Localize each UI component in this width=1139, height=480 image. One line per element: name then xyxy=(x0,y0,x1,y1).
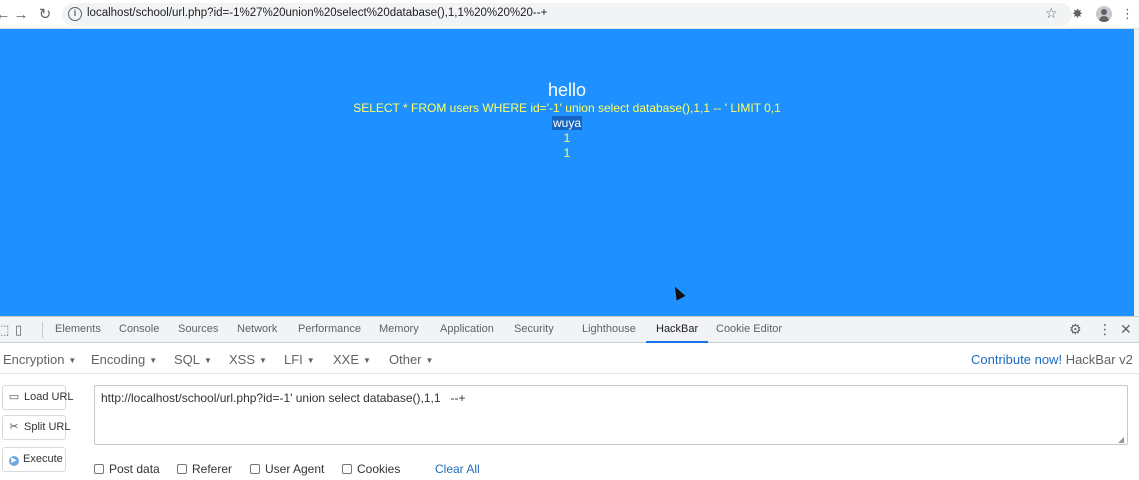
sql-query-text: SELECT * FROM users WHERE id='-1' union … xyxy=(353,101,781,115)
clear-all-link[interactable]: Clear All xyxy=(435,462,480,476)
tab-cookie-editor[interactable]: Cookie Editor xyxy=(716,317,782,343)
close-icon[interactable]: ✕ xyxy=(1120,320,1132,338)
post-data-option[interactable]: Post data xyxy=(94,462,160,476)
cookies-option[interactable]: Cookies xyxy=(342,462,400,476)
menu-encryption-label: Encryption xyxy=(3,352,65,367)
devtools-tab-bar: ⬚ ▯ Elements Console Sources Network Per… xyxy=(0,317,1139,343)
menu-encoding[interactable]: Encoding ▼ xyxy=(91,352,157,367)
tab-console[interactable]: Console xyxy=(119,317,159,343)
user-agent-label: User Agent xyxy=(265,462,325,476)
user-agent-option[interactable]: User Agent xyxy=(250,462,324,476)
cookies-label: Cookies xyxy=(357,462,401,476)
tab-hackbar[interactable]: HackBar xyxy=(646,317,709,343)
user-agent-checkbox[interactable] xyxy=(250,464,260,474)
result-line-2: 1 xyxy=(563,131,571,145)
execute-button[interactable]: ▶ Execute xyxy=(2,447,66,472)
referer-label: Referer xyxy=(192,462,233,476)
cookies-checkbox[interactable] xyxy=(342,464,352,474)
divider xyxy=(42,322,43,338)
inspect-element-icon[interactable]: ⬚ xyxy=(0,322,9,338)
page-heading: hello xyxy=(547,80,587,100)
bookmark-star-icon[interactable]: ☆ xyxy=(1045,5,1058,22)
menu-other-label: Other xyxy=(389,352,422,367)
chevron-down-icon: ▼ xyxy=(259,356,267,366)
page-viewport: hello SELECT * FROM users WHERE id='-1' … xyxy=(0,29,1134,316)
menu-xxe[interactable]: XXE ▼ xyxy=(333,352,371,367)
referer-option[interactable]: Referer xyxy=(177,462,232,476)
resize-handle-icon[interactable]: ◢ xyxy=(1118,435,1124,444)
menu-xss-label: XSS xyxy=(229,352,256,367)
browser-menu-icon[interactable]: ⋮ xyxy=(1121,5,1134,23)
result-line-1: wuya xyxy=(0,116,1134,130)
address-url[interactable]: localhost/school/url.php?id=-1%27%20unio… xyxy=(87,7,547,19)
referer-checkbox[interactable] xyxy=(177,464,187,474)
hackbar-version: HackBar v2 xyxy=(1065,352,1133,367)
chevron-down-icon: ▼ xyxy=(425,356,434,366)
menu-xxe-label: XXE xyxy=(333,352,360,367)
play-icon: ▶ xyxy=(9,456,19,466)
menu-sql-label: SQL xyxy=(174,352,201,367)
chevron-down-icon: ▼ xyxy=(204,356,212,366)
tab-network[interactable]: Network xyxy=(237,317,277,343)
menu-sql[interactable]: SQL ▼ xyxy=(174,352,212,367)
extensions-icon[interactable]: ✸ xyxy=(1072,5,1083,23)
address-bar[interactable]: i localhost/school/url.php?id=-1%27%20un… xyxy=(62,3,1072,26)
device-toolbar-icon[interactable]: ▯ xyxy=(15,322,22,338)
split-url-label: Split URL xyxy=(24,421,71,433)
execute-label: Execute xyxy=(23,453,63,465)
devtools-panel: ⬚ ▯ Elements Console Sources Network Per… xyxy=(0,316,1139,480)
load-url-icon: ▭ xyxy=(8,391,20,403)
tab-security[interactable]: Security xyxy=(514,317,554,343)
chevron-down-icon: ▼ xyxy=(363,356,371,366)
tab-performance[interactable]: Performance xyxy=(298,317,361,343)
post-data-label: Post data xyxy=(109,462,160,476)
split-url-button[interactable]: ✂ Split URL xyxy=(2,415,70,440)
menu-xss[interactable]: XSS ▼ xyxy=(229,352,267,367)
scissors-icon: ✂ xyxy=(9,421,19,433)
tab-sources[interactable]: Sources xyxy=(178,317,218,343)
post-data-checkbox[interactable] xyxy=(94,464,104,474)
menu-encryption[interactable]: Encryption ▼ xyxy=(3,352,76,367)
result-database-name: wuya xyxy=(551,116,582,130)
menu-other[interactable]: Other ▼ xyxy=(389,352,433,367)
reload-icon[interactable]: ↻ xyxy=(36,6,54,24)
chevron-down-icon: ▼ xyxy=(149,356,158,366)
url-input[interactable]: http://localhost/school/url.php?id=-1' u… xyxy=(94,385,1128,445)
menu-lfi[interactable]: LFI ▼ xyxy=(284,352,315,367)
more-options-icon[interactable]: ⋮ xyxy=(1098,320,1112,338)
tab-elements[interactable]: Elements xyxy=(55,317,101,343)
tab-lighthouse[interactable]: Lighthouse xyxy=(582,317,636,343)
info-icon[interactable]: i xyxy=(68,7,82,21)
contribute-link[interactable]: Contribute now! xyxy=(971,352,1062,367)
chevron-down-icon: ▼ xyxy=(68,356,77,366)
tab-memory[interactable]: Memory xyxy=(379,317,419,343)
forward-icon[interactable]: → xyxy=(12,6,30,24)
mouse-cursor-icon xyxy=(670,284,686,301)
tab-application[interactable]: Application xyxy=(440,317,494,343)
contribute-section: Contribute now! HackBar v2 xyxy=(971,352,1133,367)
scrollbar[interactable] xyxy=(1134,29,1139,316)
menu-lfi-label: LFI xyxy=(284,352,303,367)
profile-avatar-icon[interactable] xyxy=(1096,6,1112,22)
settings-gear-icon[interactable]: ⚙ xyxy=(1069,320,1082,338)
back-icon[interactable]: ← xyxy=(0,6,12,24)
load-url-label: Load URL xyxy=(24,391,74,403)
result-line-3: 1 xyxy=(563,146,571,160)
chevron-down-icon: ▼ xyxy=(306,356,315,366)
hackbar-menubar: Encryption ▼ Encoding ▼ SQL ▼ XSS ▼ LFI ▼ XXE… xyxy=(0,344,1139,374)
menu-encoding-label: Encoding xyxy=(91,352,146,367)
load-url-button[interactable]: ▭ Load URL xyxy=(2,385,74,410)
browser-toolbar: ← → ↻ i localhost/school/url.php?id=-1%2… xyxy=(0,0,1139,29)
